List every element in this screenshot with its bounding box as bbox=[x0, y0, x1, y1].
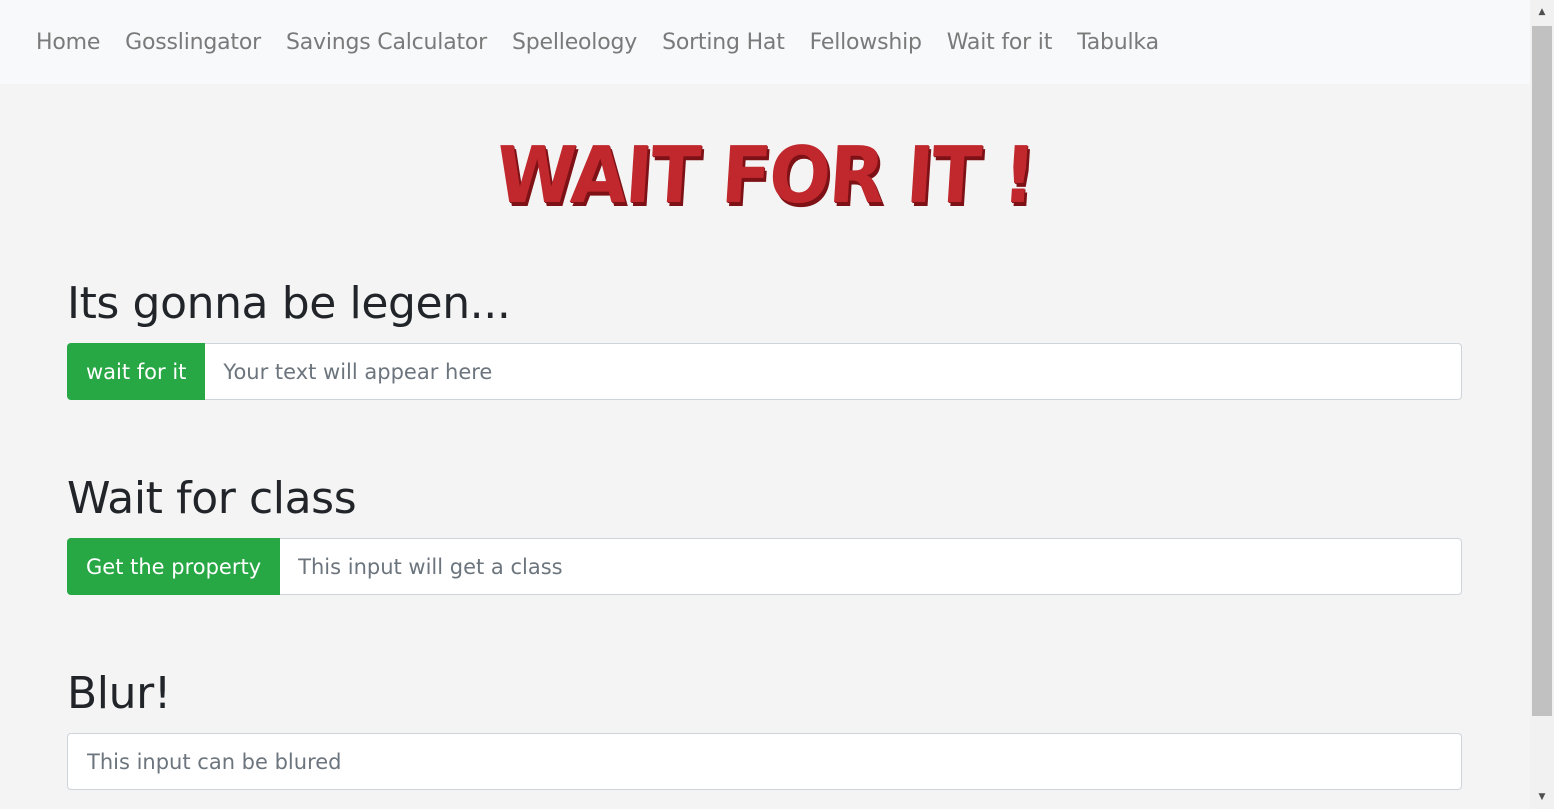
blur-section-title: Blur! bbox=[67, 668, 172, 719]
nav-link-fellowship[interactable]: Fellowship bbox=[810, 30, 922, 55]
navbar: Home Gosslingator Savings Calculator Spe… bbox=[0, 0, 1530, 84]
scrollbar-thumb[interactable] bbox=[1532, 26, 1552, 716]
class-target-input[interactable] bbox=[280, 538, 1462, 595]
nav-list: Home Gosslingator Savings Calculator Spe… bbox=[0, 30, 1184, 55]
blur-input[interactable] bbox=[67, 733, 1462, 790]
get-the-property-button[interactable]: Get the property bbox=[67, 538, 281, 595]
wait-for-it-button[interactable]: wait for it bbox=[67, 343, 206, 400]
wait-for-it-logo: WAIT FOR IT ! bbox=[493, 131, 1037, 221]
nav-link-home[interactable]: Home bbox=[36, 30, 100, 55]
scroll-down-icon[interactable]: ▼ bbox=[1530, 785, 1554, 809]
nav-link-wait-for-it[interactable]: Wait for it bbox=[947, 30, 1053, 55]
nav-link-tabulka[interactable]: Tabulka bbox=[1077, 30, 1159, 55]
logo-container: WAIT FOR IT ! bbox=[0, 126, 1530, 226]
wait-class-section-title: Wait for class bbox=[67, 473, 357, 524]
legendary-section-title: Its gonna be legen... bbox=[67, 278, 511, 329]
nav-link-sorting-hat[interactable]: Sorting Hat bbox=[662, 30, 785, 55]
scroll-up-icon[interactable]: ▲ bbox=[1530, 0, 1554, 24]
legendary-text-input[interactable] bbox=[205, 343, 1462, 400]
nav-link-gosslingator[interactable]: Gosslingator bbox=[125, 30, 261, 55]
vertical-scrollbar[interactable]: ▲ ▼ bbox=[1530, 0, 1554, 809]
page: Home Gosslingator Savings Calculator Spe… bbox=[0, 0, 1530, 809]
wait-class-input-group: Get the property bbox=[67, 538, 1462, 595]
legendary-input-group: wait for it bbox=[67, 343, 1462, 400]
nav-link-spelleology[interactable]: Spelleology bbox=[512, 30, 637, 55]
nav-link-savings-calculator[interactable]: Savings Calculator bbox=[286, 30, 487, 55]
